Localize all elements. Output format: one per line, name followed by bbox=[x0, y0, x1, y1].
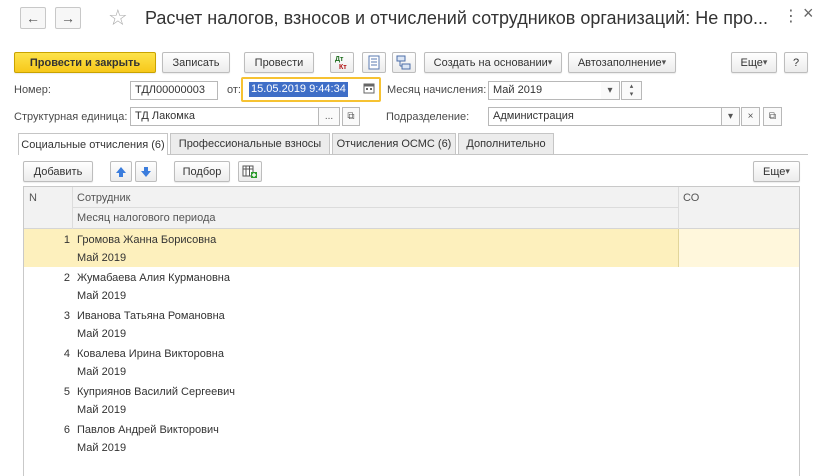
header-so[interactable]: СО bbox=[683, 192, 699, 204]
table-row[interactable]: 4 Ковалева Ирина Викторовна Май 2019 bbox=[24, 343, 799, 381]
row-employee[interactable]: Жумабаева Алия Курмановна bbox=[77, 272, 230, 284]
row-period[interactable]: Май 2019 bbox=[77, 252, 126, 264]
row-employee[interactable]: Павлов Андрей Викторович bbox=[77, 424, 219, 436]
col-divider-n bbox=[72, 187, 73, 229]
row-employee[interactable]: Куприянов Василий Сергеевич bbox=[77, 386, 235, 398]
tab-social-contributions[interactable]: Социальные отчисления (6) bbox=[18, 133, 168, 155]
row-number: 4 bbox=[63, 348, 70, 360]
row-period[interactable]: Май 2019 bbox=[77, 290, 126, 302]
header-period[interactable]: Месяц налогового периода bbox=[77, 212, 216, 224]
row-number: 1 bbox=[63, 234, 70, 246]
add-row-button[interactable]: Добавить bbox=[23, 161, 93, 182]
table-more-button[interactable]: Еще bbox=[753, 161, 800, 182]
svg-text:Дт: Дт bbox=[335, 56, 344, 63]
department-field[interactable]: Администрация bbox=[488, 107, 738, 126]
department-label: Подразделение: bbox=[386, 111, 470, 123]
row-period[interactable]: Май 2019 bbox=[77, 366, 126, 378]
table-row[interactable]: 5 Куприянов Василий Сергеевич Май 2019 bbox=[24, 381, 799, 419]
forward-button[interactable]: → bbox=[55, 7, 81, 29]
svg-text:Кт: Кт bbox=[339, 64, 347, 71]
table-header: N Сотрудник Месяц налогового периода СО bbox=[24, 187, 799, 229]
row-employee[interactable]: Иванова Татьяна Романовна bbox=[77, 310, 225, 322]
date-label: от: bbox=[227, 84, 241, 96]
move-down-button[interactable] bbox=[135, 161, 157, 182]
tab-professional-contributions[interactable]: Профессиональные взносы bbox=[170, 133, 330, 154]
row-number: 5 bbox=[63, 386, 70, 398]
month-label: Месяц начисления: bbox=[387, 84, 487, 96]
row-period[interactable]: Май 2019 bbox=[77, 328, 126, 340]
help-button[interactable]: ? bbox=[784, 52, 808, 73]
create-based-on-button[interactable]: Создать на основании bbox=[424, 52, 562, 73]
table-add-icon bbox=[242, 165, 257, 178]
post-and-close-button[interactable]: Провести и закрыть bbox=[14, 52, 156, 73]
autofill-button[interactable]: Автозаполнение bbox=[568, 52, 676, 73]
document-list-icon bbox=[368, 55, 380, 70]
row-number: 2 bbox=[63, 272, 70, 284]
chevron-up-icon[interactable]: ▴ bbox=[630, 83, 634, 91]
header-n[interactable]: N bbox=[29, 192, 37, 204]
row-number: 6 bbox=[63, 424, 70, 436]
tab-additional[interactable]: Дополнительно bbox=[458, 133, 554, 154]
back-button[interactable]: ← bbox=[20, 7, 46, 29]
struct-unit-open-icon[interactable]: ⧉ bbox=[342, 107, 360, 126]
department-open-icon[interactable]: ⧉ bbox=[763, 107, 782, 126]
number-label: Номер: bbox=[14, 84, 51, 96]
number-field[interactable]: ТДЛ00000003 bbox=[130, 81, 218, 100]
table-row[interactable]: 1 Громова Жанна Борисовна Май 2019 bbox=[24, 229, 799, 267]
department-dropdown-icon[interactable]: ▾ bbox=[721, 107, 740, 126]
date-value: 15.05.2019 9:44:34 bbox=[249, 82, 348, 97]
more-button[interactable]: Еще bbox=[731, 52, 777, 73]
dt-kt-icon: Дт Кт bbox=[335, 56, 347, 71]
calendar-icon[interactable] bbox=[363, 82, 375, 97]
arrow-up-icon bbox=[116, 166, 126, 177]
row-so-cell[interactable] bbox=[678, 229, 799, 267]
row-employee[interactable]: Ковалева Ирина Викторовна bbox=[77, 348, 224, 360]
struct-unit-select-button[interactable]: ... bbox=[318, 107, 340, 126]
dt-kt-button[interactable]: Дт Кт bbox=[330, 52, 354, 73]
struct-unit-label: Структурная единица: bbox=[14, 111, 128, 123]
chevron-down-icon[interactable]: ▾ bbox=[630, 91, 634, 99]
move-up-button[interactable] bbox=[110, 161, 132, 182]
row-employee[interactable]: Громова Жанна Борисовна bbox=[77, 234, 216, 246]
post-button[interactable]: Провести bbox=[244, 52, 314, 73]
row-period[interactable]: Май 2019 bbox=[77, 404, 126, 416]
month-stepper[interactable]: ▴ ▾ bbox=[621, 81, 642, 100]
hierarchy-icon bbox=[396, 55, 411, 70]
table-row[interactable]: 3 Иванова Татьяна Романовна Май 2019 bbox=[24, 305, 799, 343]
row-period[interactable]: Май 2019 bbox=[77, 442, 126, 454]
table-row[interactable]: 6 Павлов Андрей Викторович Май 2019 bbox=[24, 419, 799, 457]
close-icon[interactable]: × bbox=[803, 3, 814, 24]
arrow-right-icon: → bbox=[61, 10, 75, 26]
fill-table-button[interactable] bbox=[238, 161, 262, 182]
more-vertical-icon[interactable]: ⋮ bbox=[783, 6, 799, 26]
month-dropdown-icon[interactable]: ▾ bbox=[601, 81, 620, 100]
arrow-down-icon bbox=[141, 166, 151, 177]
employees-table[interactable]: N Сотрудник Месяц налогового периода СО … bbox=[23, 186, 800, 476]
favorite-star-icon[interactable]: ☆ bbox=[108, 5, 128, 31]
structure-button[interactable] bbox=[392, 52, 416, 73]
header-divider bbox=[72, 207, 678, 208]
window-title: Расчет налогов, взносов и отчислений сот… bbox=[145, 8, 769, 28]
struct-unit-field[interactable]: ТД Лакомка bbox=[130, 107, 325, 126]
arrow-left-icon: ← bbox=[26, 10, 40, 26]
save-button[interactable]: Записать bbox=[162, 52, 230, 73]
date-field[interactable]: 15.05.2019 9:44:34 bbox=[241, 77, 381, 102]
department-clear-icon[interactable]: × bbox=[741, 107, 760, 126]
header-employee[interactable]: Сотрудник bbox=[77, 192, 130, 204]
tab-osms-contributions[interactable]: Отчисления ОСМС (6) bbox=[332, 133, 456, 154]
table-row[interactable]: 2 Жумабаева Алия Курмановна Май 2019 bbox=[24, 267, 799, 305]
report-button[interactable] bbox=[362, 52, 386, 73]
selection-button[interactable]: Подбор bbox=[174, 161, 230, 182]
row-number: 3 bbox=[63, 310, 70, 322]
